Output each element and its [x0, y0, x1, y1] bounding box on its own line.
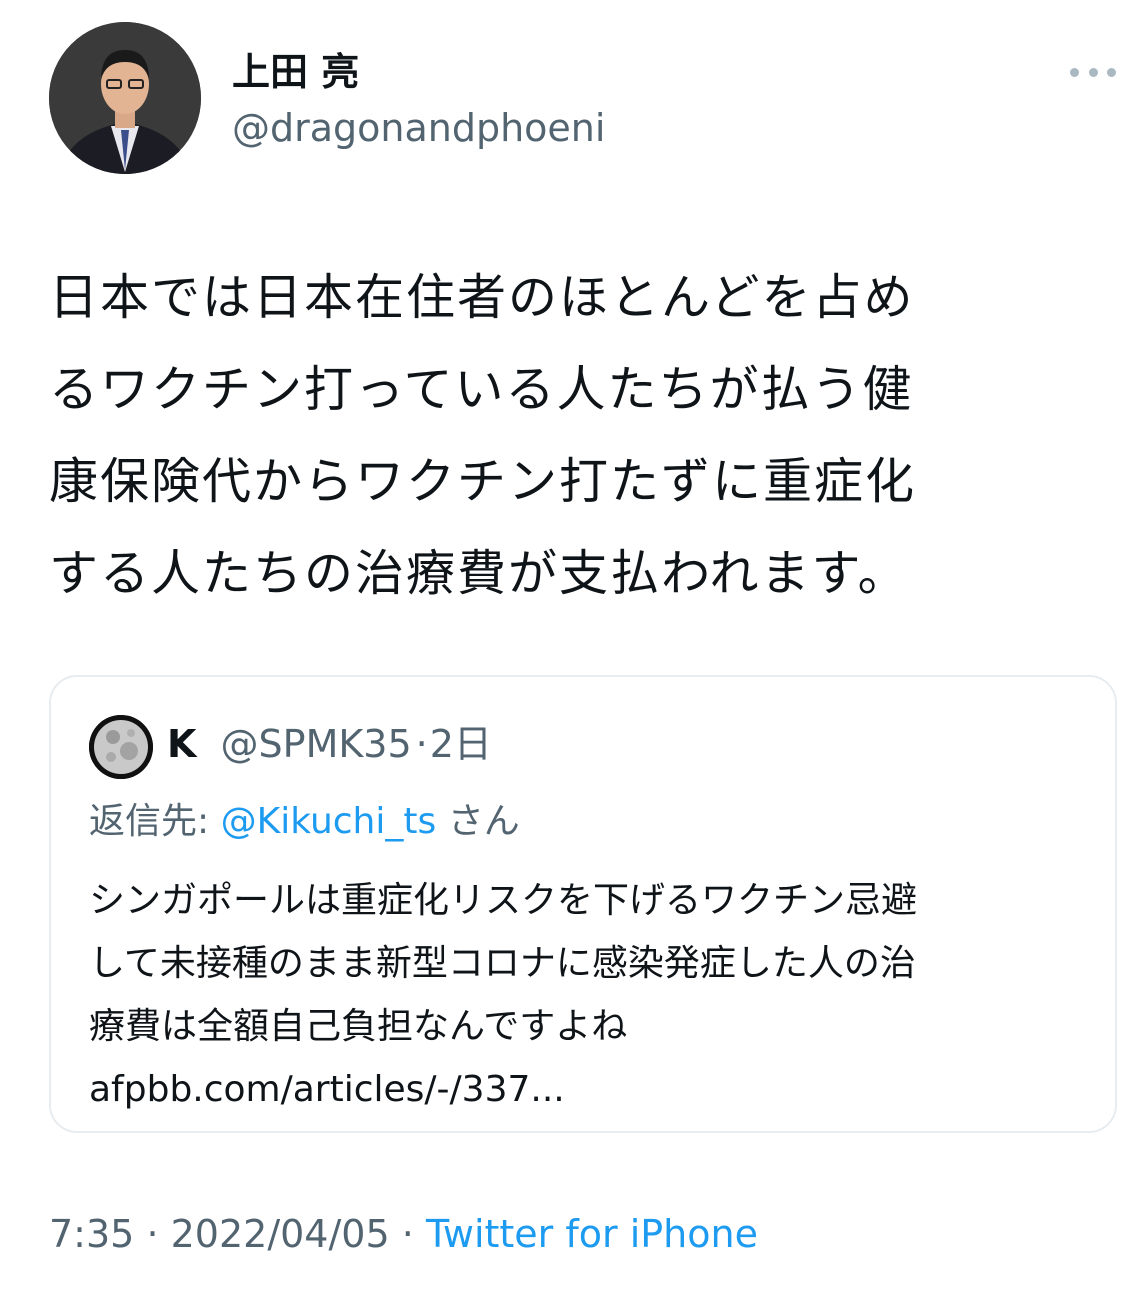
footer-separator: · [146, 1212, 159, 1256]
footer-separator: · [401, 1212, 414, 1256]
quoted-handle[interactable]: @SPMK35 [221, 722, 412, 766]
author-photo [49, 22, 201, 174]
quoted-tweet-card[interactable]: K @SPMK35·2日 返信先: @Kikuchi_ts さん シンガポールは… [49, 675, 1117, 1133]
tweet-source-link[interactable]: Twitter for iPhone [426, 1212, 758, 1256]
more-horizontal-icon [1088, 67, 1098, 77]
moon-icon [89, 715, 153, 779]
tweet-text: 日本では日本在住者のほとんどを占め るワクチン打っている人たちが払う健 康保険代… [49, 269, 917, 602]
author-display-name[interactable]: 上田 亮 [232, 48, 359, 96]
author-avatar[interactable] [49, 22, 201, 174]
more-horizontal-icon [1070, 67, 1079, 77]
quoted-display-name[interactable]: K [167, 722, 196, 766]
more-horizontal-icon [1107, 67, 1116, 77]
reply-prefix: 返信先: [89, 801, 210, 842]
quoted-time[interactable]: 2日 [430, 722, 492, 766]
quoted-reply-context: 返信先: @Kikuchi_ts さん [89, 797, 520, 847]
quoted-text-body: シンガポールは重症化リスクを下げるワクチン忌避 して未接種のまま新型コロナに感染… [89, 880, 918, 1047]
tweet-footer: 7:35 · 2022/04/05 · Twitter for iPhone [49, 1208, 758, 1260]
tweet-date[interactable]: 2022/04/05 [171, 1212, 390, 1256]
quoted-article-link[interactable]: afpbb.com/articles/-/337... [89, 1069, 565, 1110]
author-handle[interactable]: @dragonandphoeni [232, 104, 605, 152]
quoted-avatar[interactable] [89, 715, 153, 779]
quoted-tweet-text: シンガポールは重症化リスクを下げるワクチン忌避 して未接種のまま新型コロナに感染… [89, 869, 1079, 1121]
reply-suffix: さん [447, 801, 520, 842]
quoted-header: K @SPMK35·2日 [167, 719, 492, 769]
quoted-separator: · [415, 722, 428, 766]
tweet-time[interactable]: 7:35 [49, 1212, 134, 1256]
reply-mention-link[interactable]: @Kikuchi_ts [221, 801, 437, 842]
more-options-button[interactable] [1070, 58, 1116, 86]
